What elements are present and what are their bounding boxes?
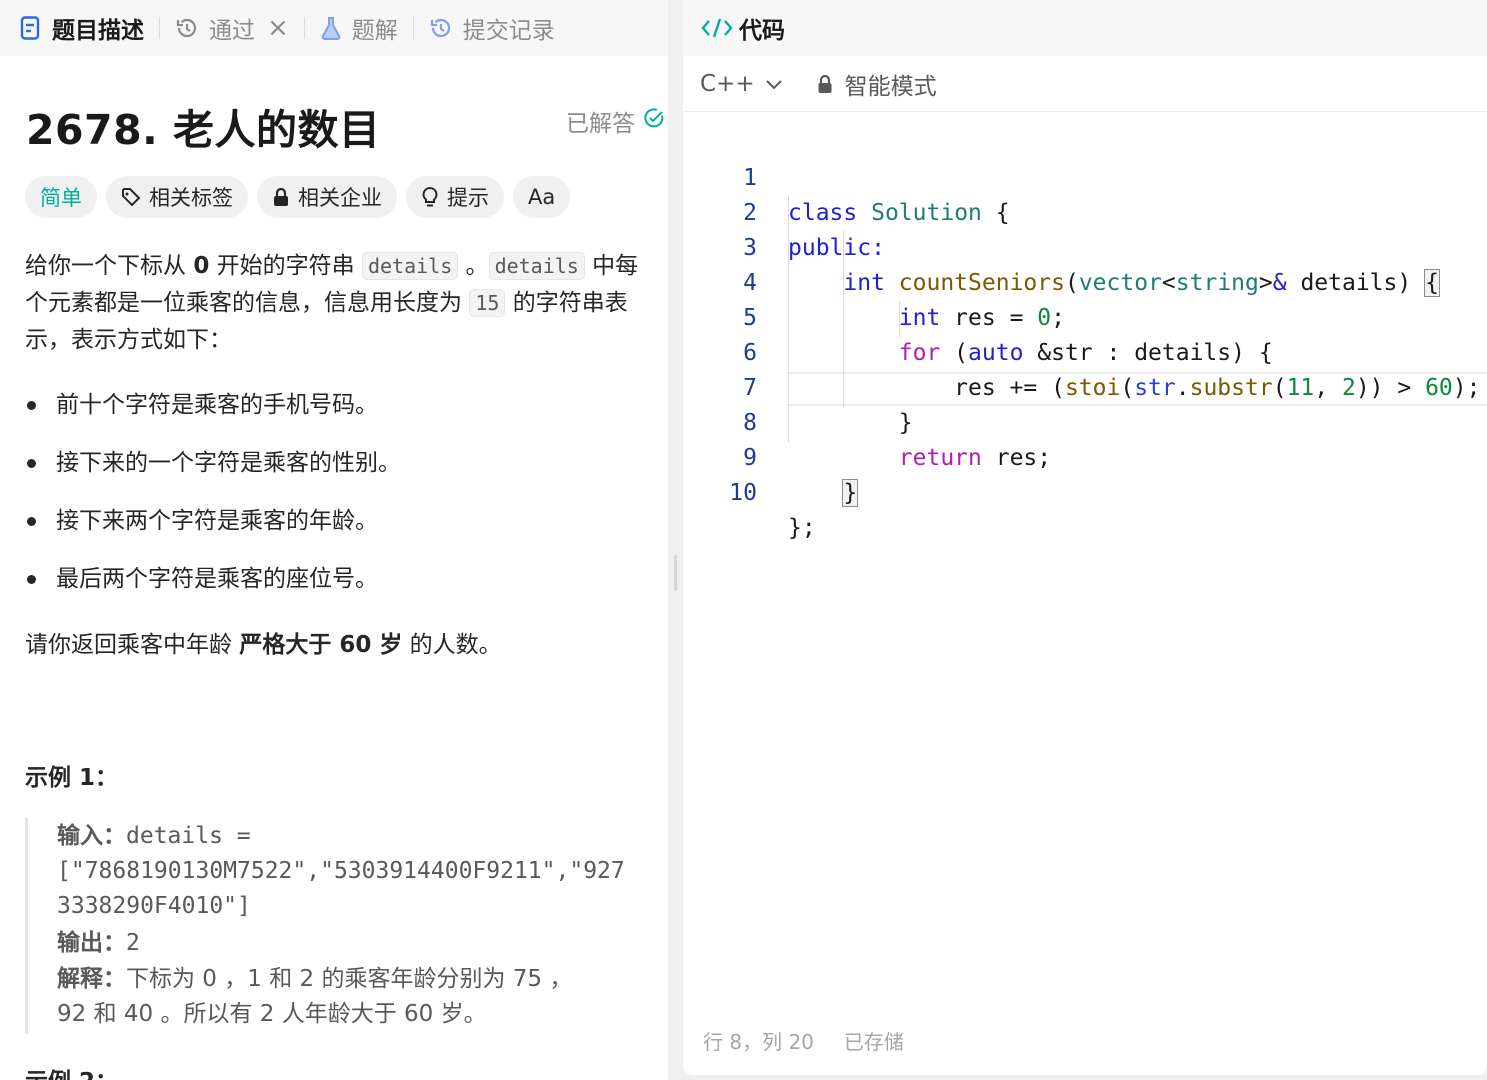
code-line: 6 res += (stoi(str.substr(11, 2)) > 60);: [743, 340, 1481, 401]
code-line: 8 return res;: [743, 410, 1052, 471]
document-icon: [20, 16, 42, 40]
problem-panel: 题目描述 通过 × 题解 提交记录 2678. 老人的数目 已解答 简单 相关标…: [0, 0, 668, 1080]
problem-description: 给你一个下标从 0 开始的字符串 details 。 details 中每个元素都…: [25, 252, 639, 353]
code-line: 3 int countSeniors(vector<string>& detai…: [743, 235, 1440, 297]
code-line: 4 int res = 0;: [743, 270, 1065, 331]
smart-mode-toggle[interactable]: 智能模式: [817, 67, 937, 101]
inline-code: details: [361, 252, 459, 280]
solved-status: 已解答: [566, 104, 665, 138]
editor-status-bar: 行 8，列 20 已存储: [703, 1026, 934, 1055]
code-line: 9 }: [743, 445, 859, 507]
inline-code: details: [488, 252, 585, 280]
list-item: 接下来的一个字符是乘客的性别。: [25, 444, 655, 502]
hint-button[interactable]: 提示: [406, 176, 504, 218]
translate-icon: Aa: [528, 185, 556, 209]
code-panel: 代码 C++ 智能模式 1 class Solution { 2 public:: [683, 0, 1487, 1075]
language-select[interactable]: C++: [700, 71, 783, 97]
save-status: 已存储: [843, 1030, 904, 1054]
code-line: 7 }: [743, 375, 913, 436]
difficulty-badge[interactable]: 简单: [25, 176, 97, 218]
tab-description[interactable]: 题目描述: [20, 0, 144, 56]
cursor-position: 行 8，列 20: [703, 1030, 814, 1054]
page-title: 2678. 老人的数目: [26, 106, 381, 154]
flask-icon: [320, 16, 342, 40]
translate-button[interactable]: Aa: [513, 176, 571, 218]
editor-toolbar: C++ 智能模式: [683, 56, 1487, 112]
code-line: 1 class Solution {: [743, 165, 1010, 226]
problem-tabs: 题目描述 通过 × 题解 提交记录: [0, 0, 668, 56]
code-line: 10 };: [729, 480, 816, 541]
example-block: 输入：details = ["7868190130M7522","5303914…: [25, 818, 668, 1034]
history-icon: [175, 16, 199, 40]
inline-code: 15: [469, 289, 506, 317]
tab-passed[interactable]: 通过 ×: [175, 0, 289, 56]
format-list: 前十个字符是乘客的手机号码。 接下来的一个字符是乘客的性别。 接下来两个字符是乘…: [25, 386, 655, 618]
tab-solution[interactable]: 题解: [320, 0, 398, 56]
example-title: 示例 1：: [25, 765, 119, 791]
related-tags-button[interactable]: 相关标签: [106, 176, 248, 218]
tab-submissions[interactable]: 提交记录: [429, 0, 555, 56]
lock-icon: [272, 187, 290, 207]
code-panel-header: 代码: [683, 0, 1487, 56]
code-line: 2 public:: [743, 200, 885, 261]
list-item: 最后两个字符是乘客的座位号。: [25, 560, 655, 618]
check-circle-icon: [643, 107, 665, 135]
tab-separator: [303, 17, 305, 39]
chevron-down-icon: [765, 78, 783, 90]
code-icon: [701, 16, 733, 40]
resize-handle[interactable]: [674, 555, 677, 591]
history-icon: [429, 16, 453, 40]
code-editor[interactable]: 1 class Solution { 2 public: 3 int count…: [683, 126, 1487, 541]
return-statement: 请你返回乘客中年龄 严格大于 60 岁 的人数。: [25, 632, 502, 658]
tab-separator: [159, 17, 160, 39]
tag-icon: [121, 187, 141, 207]
code-line: 5 for (auto &str : details) {: [743, 305, 1273, 366]
lock-icon: [817, 74, 833, 94]
list-item: 前十个字符是乘客的手机号码。: [25, 386, 655, 444]
close-icon[interactable]: ×: [267, 13, 289, 43]
tag-chips: 简单 相关标签 相关企业 提示 Aa: [25, 176, 579, 218]
example-title: 示例 2：: [25, 1062, 118, 1080]
tab-separator: [412, 17, 414, 39]
panel-divider[interactable]: [668, 0, 683, 1080]
related-companies-button[interactable]: 相关企业: [257, 176, 397, 218]
list-item: 接下来两个字符是乘客的年龄。: [25, 502, 655, 560]
lightbulb-icon: [421, 186, 439, 208]
